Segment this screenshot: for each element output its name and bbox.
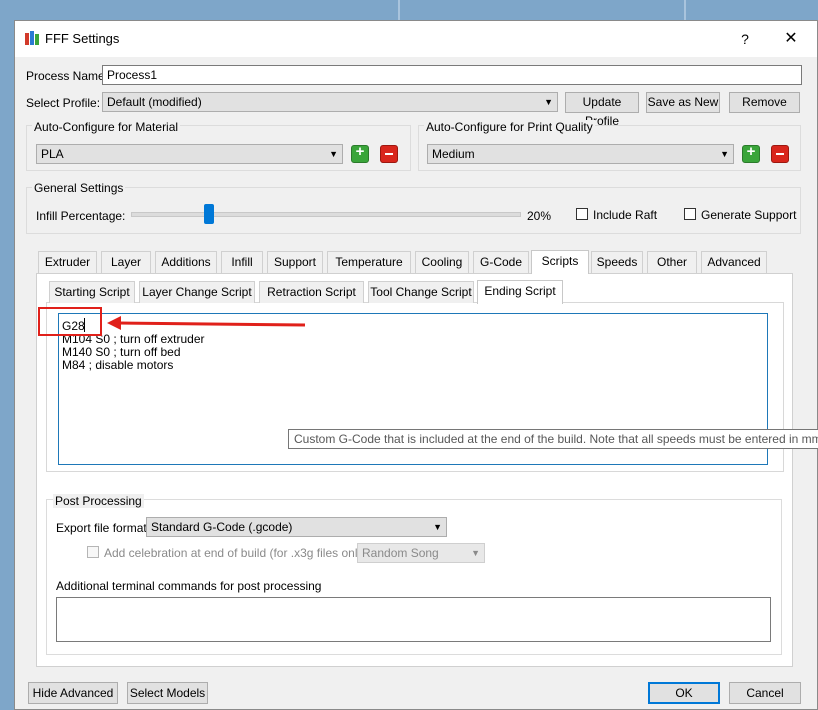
remove-quality-icon[interactable] [771,145,789,163]
subtab-starting-script[interactable]: Starting Script [49,281,135,303]
subtab-layer-change-script[interactable]: Layer Change Script [139,281,255,303]
annotation-arrow [107,316,306,330]
remove-profile-button[interactable]: Remove [729,92,800,113]
help-button[interactable]: ? [733,28,757,50]
select-models-button[interactable]: Select Models [127,682,208,704]
window-title: FFF Settings [45,31,120,46]
chevron-down-icon: ▼ [544,97,553,107]
tab-temperature[interactable]: Temperature [327,251,411,273]
process-name-label: Process Name: [26,69,109,83]
cancel-button[interactable]: Cancel [729,682,801,704]
generate-support-label: Generate Support [701,208,797,222]
add-quality-icon[interactable] [742,143,760,163]
subtab-tool-change-script[interactable]: Tool Change Script [368,281,474,303]
app-icon [25,31,39,45]
tab-extruder[interactable]: Extruder [38,251,97,273]
tab-support[interactable]: Support [267,251,323,273]
material-dropdown[interactable]: PLA ▼ [36,144,343,164]
tab-layer[interactable]: Layer [101,251,151,273]
fff-settings-dialog: FFF Settings ? ✕ Process Name: Process1 … [14,20,818,710]
tab-speeds[interactable]: Speeds [591,251,643,273]
include-raft-checkbox[interactable] [576,208,588,220]
terminal-commands-label: Additional terminal commands for post pr… [56,579,322,593]
close-button[interactable]: ✕ [779,28,803,50]
celebration-checkbox[interactable] [87,546,99,558]
material-value: PLA [41,147,64,161]
tab-infill[interactable]: Infill [221,251,263,273]
save-as-new-button[interactable]: Save as New [646,92,720,113]
add-material-icon[interactable] [351,143,369,163]
chevron-down-icon: ▼ [720,149,729,159]
hide-advanced-button[interactable]: Hide Advanced [28,682,118,704]
update-profile-button[interactable]: Update Profile [565,92,639,128]
export-format-value: Standard G-Code (.gcode) [151,520,293,534]
script-line: M140 S0 ; turn off bed [62,345,181,359]
post-processing-title: Post Processing [53,494,144,508]
script-line: M84 ; disable motors [62,358,174,372]
include-raft-label: Include Raft [593,208,658,222]
infill-slider-track[interactable] [131,212,521,217]
terminal-commands-input[interactable] [56,597,771,642]
export-format-label: Export file format [56,521,147,535]
celebration-value: Random Song [362,546,439,560]
infill-label: Infill Percentage: [36,209,126,223]
select-profile-label: Select Profile: [26,96,101,110]
export-format-dropdown[interactable]: Standard G-Code (.gcode) ▼ [146,517,447,537]
chevron-down-icon: ▼ [433,522,442,532]
tab-scripts[interactable]: Scripts [531,250,589,274]
select-profile-value: Default (modified) [107,95,202,109]
remove-material-icon[interactable] [380,145,398,163]
celebration-label: Add celebration at end of build (for .x3… [104,546,368,560]
subtab-retraction-script[interactable]: Retraction Script [259,281,364,303]
chevron-down-icon: ▼ [329,149,338,159]
process-name-input[interactable]: Process1 [102,65,802,85]
annotation-highlight-box [38,307,102,336]
tab-advanced[interactable]: Advanced [701,251,767,273]
celebration-dropdown[interactable]: Random Song ▼ [357,543,485,563]
subtab-ending-script[interactable]: Ending Script [477,280,563,304]
generate-support-checkbox[interactable] [684,208,696,220]
select-profile-dropdown[interactable]: Default (modified) ▼ [102,92,558,112]
general-settings-title: General Settings [32,181,126,195]
tab-g-code[interactable]: G-Code [473,251,529,273]
infill-slider-thumb[interactable] [203,204,214,224]
material-group-title: Auto-Configure for Material [32,120,181,134]
ok-button[interactable]: OK [648,682,720,704]
quality-group-title: Auto-Configure for Print Quality [424,120,595,134]
quality-value: Medium [432,147,475,161]
chevron-down-icon: ▼ [471,548,480,558]
tab-other[interactable]: Other [647,251,697,273]
title-bar: FFF Settings ? ✕ [15,21,817,57]
infill-value: 20% [527,209,552,223]
quality-dropdown[interactable]: Medium ▼ [427,144,734,164]
tab-cooling[interactable]: Cooling [415,251,469,273]
tooltip: Custom G-Code that is included at the en… [288,429,818,449]
tab-additions[interactable]: Additions [155,251,217,273]
